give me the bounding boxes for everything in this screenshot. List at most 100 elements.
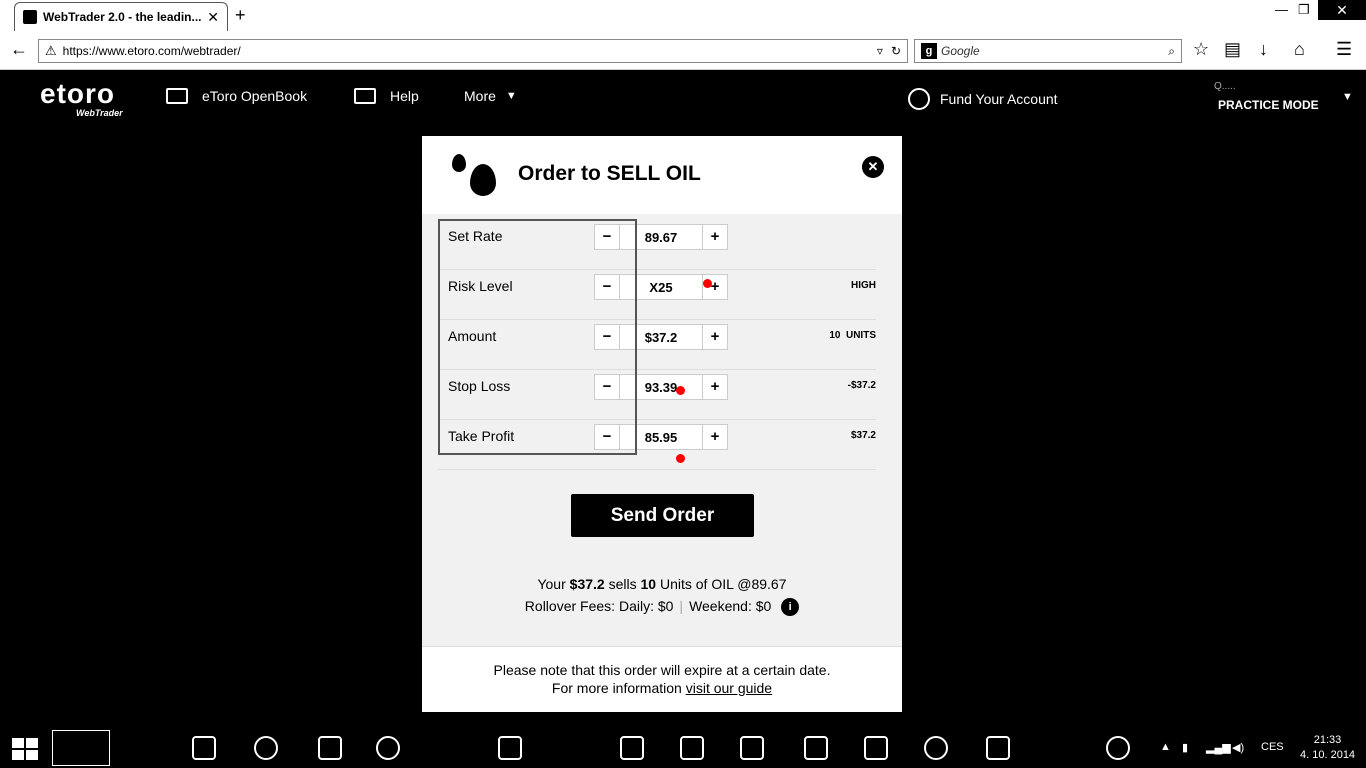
order-summary: Your $37.2 sells 10 Units of OIL @89.67 <box>422 576 902 592</box>
tab-close-icon[interactable]: ✕ <box>207 9 219 26</box>
clock-date: 4. 10. 2014 <box>1300 749 1356 761</box>
language-indicator[interactable]: CES <box>1261 741 1284 753</box>
clock-time: 21:33 <box>1313 734 1342 746</box>
amount-plus-button[interactable]: + <box>702 324 728 350</box>
order-dialog: Order to SELL OIL ✕ Set Rate − 89.67 + R… <box>422 136 902 712</box>
username: Q..... <box>1214 81 1236 92</box>
back-icon[interactable]: ← <box>10 39 28 60</box>
network-icon[interactable]: ▂▄▆ <box>1206 741 1231 754</box>
etoro-logo[interactable]: etoro <box>40 78 115 110</box>
take-profit-stepper[interactable]: − 85.95 + <box>594 424 728 450</box>
stop-loss-row: Stop Loss − 93.39 + -$37.2 <box>438 370 876 420</box>
chevron-down-icon: ▼ <box>505 90 517 102</box>
windows-start-icon[interactable] <box>12 738 38 760</box>
take-profit-info: $37.2 <box>850 430 876 441</box>
taskbar-app-icon[interactable] <box>924 736 948 760</box>
taskbar-app-icon[interactable] <box>1106 736 1130 760</box>
search-placeholder: Google <box>941 44 980 58</box>
stop-loss-minus-button[interactable]: − <box>594 374 620 400</box>
marker-dot <box>676 386 685 395</box>
clock[interactable]: 21:33 4. 10. 2014 <box>1300 733 1355 763</box>
battery-icon[interactable]: ▮ <box>1182 741 1188 754</box>
amount-units-info: 10 UNITS <box>829 330 876 341</box>
stop-loss-plus-button[interactable]: + <box>702 374 728 400</box>
amount-stepper[interactable]: − $37.2 + <box>594 324 728 350</box>
stop-loss-value[interactable]: 93.39 <box>620 374 702 400</box>
practice-mode-label[interactable]: PRACTICE MODE <box>1218 98 1319 112</box>
fees-label: Rollover Fees: <box>524 598 616 614</box>
fund-account-label: Fund Your Account <box>940 91 1058 107</box>
set-rate-plus-button[interactable]: + <box>702 224 728 250</box>
amount-value[interactable]: $37.2 <box>620 324 702 350</box>
taskbar-app-icon[interactable] <box>864 736 888 760</box>
add-funds-icon <box>908 88 930 110</box>
nav-more[interactable]: More ▼ <box>464 88 517 104</box>
taskbar-app-icon[interactable] <box>986 736 1010 760</box>
url-text: https://www.etoro.com/webtrader/ <box>62 44 241 58</box>
taskbar-app-icon[interactable] <box>680 736 704 760</box>
set-rate-minus-button[interactable]: − <box>594 224 620 250</box>
taskbar: ▲ ▮ ▂▄▆ ◀) CES 21:33 4. 10. 2014 <box>0 728 1366 768</box>
minimize-button[interactable]: — <box>1275 2 1288 17</box>
set-rate-stepper[interactable]: − 89.67 + <box>594 224 728 250</box>
note-line1: Please note that this order will expire … <box>493 662 831 678</box>
phone-icon <box>354 88 376 104</box>
stop-loss-label: Stop Loss <box>448 378 511 394</box>
amount-minus-button[interactable]: − <box>594 324 620 350</box>
menu-icon[interactable]: ☰ <box>1336 39 1352 60</box>
amount-row: Amount − $37.2 + 10 UNITS <box>438 320 876 370</box>
risk-level-value[interactable]: X25 <box>620 274 702 300</box>
window-close-button[interactable]: ✕ <box>1318 0 1366 20</box>
new-tab-button[interactable]: + <box>235 5 246 26</box>
risk-level-minus-button[interactable]: − <box>594 274 620 300</box>
browser-taskbar-icon[interactable] <box>376 736 400 760</box>
taskbar-app-icon[interactable] <box>318 736 342 760</box>
stop-loss-info: -$37.2 <box>847 380 876 391</box>
browser-navbar: ← ⚠ https://www.etoro.com/webtrader/ ▿ ↻… <box>0 31 1366 70</box>
browser-titlebar: WebTrader 2.0 - the leadin... ✕ + — ❐ ✕ <box>0 0 1366 31</box>
dropdown-icon[interactable]: ▿ <box>877 44 883 58</box>
summary-amount: $37.2 <box>569 576 605 592</box>
maximize-button[interactable]: ❐ <box>1298 2 1310 18</box>
taskbar-app-icon[interactable] <box>804 736 828 760</box>
nav-help[interactable]: Help <box>354 88 419 104</box>
download-icon[interactable]: ↓ <box>1259 39 1268 60</box>
search-engine-icon[interactable]: g <box>921 43 937 59</box>
tab-favicon-icon <box>23 10 37 24</box>
take-profit-plus-button[interactable]: + <box>702 424 728 450</box>
close-icon[interactable]: ✕ <box>862 156 884 178</box>
info-icon[interactable]: i <box>781 598 800 617</box>
search-box[interactable]: g Google ⌕ <box>914 39 1182 63</box>
stop-loss-stepper[interactable]: − 93.39 + <box>594 374 728 400</box>
order-title: Order to SELL OIL <box>518 162 701 185</box>
taskbar-app-icon[interactable] <box>192 736 216 760</box>
fund-account-button[interactable]: Fund Your Account <box>908 88 1058 110</box>
set-rate-value[interactable]: 89.67 <box>620 224 702 250</box>
summary-units: 10 <box>640 576 657 592</box>
address-bar[interactable]: ⚠ https://www.etoro.com/webtrader/ ▿ ↻ <box>38 39 908 63</box>
send-order-button[interactable]: Send Order <box>571 494 754 537</box>
taskbar-app-icon[interactable] <box>620 736 644 760</box>
visit-guide-link[interactable]: visit our guide <box>686 680 772 696</box>
summary-text: Your <box>537 576 570 592</box>
nav-openbook[interactable]: eToro OpenBook <box>166 88 307 104</box>
app-header: etoro WebTrader eToro OpenBook Help More… <box>0 71 1366 126</box>
taskbar-app-icon[interactable] <box>498 736 522 760</box>
take-profit-value[interactable]: 85.95 <box>620 424 702 450</box>
summary-text: Units of OIL @89.67 <box>656 576 787 592</box>
take-profit-minus-button[interactable]: − <box>594 424 620 450</box>
search-icon[interactable]: ⌕ <box>1168 44 1175 59</box>
take-profit-label: Take Profit <box>448 428 515 444</box>
bookmarks-icon[interactable]: ▤ <box>1224 39 1241 60</box>
volume-icon[interactable]: ◀) <box>1232 741 1244 754</box>
browser-tab[interactable]: WebTrader 2.0 - the leadin... ✕ <box>14 2 228 31</box>
tray-chevron-icon[interactable]: ▲ <box>1160 741 1171 753</box>
fees-weekend: Weekend: $0 <box>689 598 772 614</box>
home-icon[interactable]: ⌂ <box>1294 39 1305 60</box>
taskbar-app-icon[interactable] <box>254 736 278 760</box>
reload-icon[interactable]: ↻ <box>891 44 901 58</box>
mode-chevron-down-icon[interactable]: ▼ <box>1342 91 1353 103</box>
bookmark-star-icon[interactable]: ☆ <box>1193 39 1209 60</box>
taskbar-app-icon[interactable] <box>740 736 764 760</box>
active-app-icon[interactable] <box>52 730 110 766</box>
